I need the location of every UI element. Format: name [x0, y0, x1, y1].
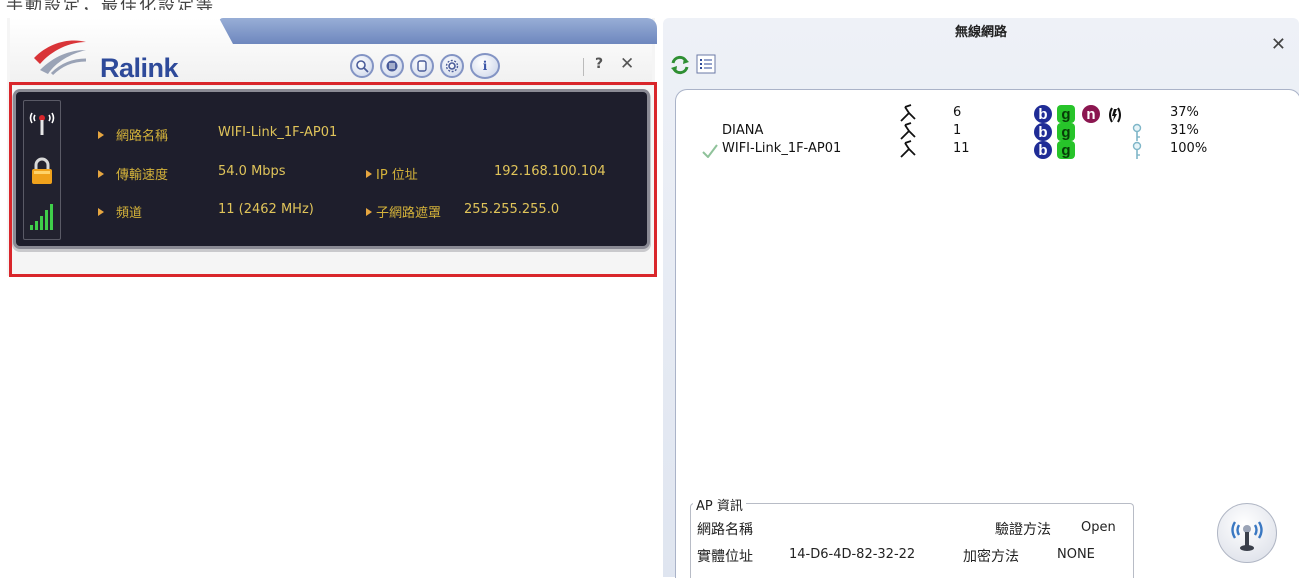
ap-ssid-label: 網路名稱: [697, 522, 753, 538]
search-button[interactable]: [350, 54, 374, 78]
arrow-icon: [98, 208, 104, 216]
top-cut-text-label: 手動設定，最佳化設定等: [6, 0, 215, 10]
arrow-icon: [366, 170, 372, 178]
arrow-icon: [98, 131, 104, 139]
arrow-icon: [98, 170, 104, 178]
mode-g-icon: g: [1057, 105, 1075, 123]
ap-info-legend: AP 資訊: [693, 495, 746, 514]
network-channel: 1: [953, 123, 962, 138]
ralink-logo-icon: [34, 40, 87, 76]
title-bar: Ralink i ? ✕: [10, 18, 657, 86]
mode-g-icon: g: [1057, 141, 1075, 159]
network-channel: 11: [953, 141, 970, 156]
mode-b-icon: b: [1034, 105, 1052, 123]
info-button[interactable]: i: [470, 53, 500, 79]
top-cut-text: 手動設定，最佳化設定等: [0, 0, 660, 10]
mac-label: 實體位址: [697, 549, 753, 565]
auth-value: Open: [1081, 520, 1116, 535]
arrow-icon: [366, 208, 372, 216]
close-button[interactable]: ✕: [620, 54, 634, 74]
network-ssid: WIFI-Link_1F-AP01: [722, 141, 842, 156]
list-button[interactable]: [380, 54, 404, 78]
network-signal: 37%: [1170, 105, 1199, 120]
mode-g-icon: g: [1057, 123, 1075, 141]
ip-value: 192.168.100.104: [494, 164, 606, 179]
ip-label: IP 位址: [376, 168, 418, 183]
encryption-label: 加密方法: [963, 549, 1019, 565]
subnet-mask-value: 255.255.255.0: [464, 202, 560, 217]
ap-info-group: AP 資訊 網路名稱 驗證方法 Open 實體位址 14-D6-4D-82-32…: [690, 495, 1134, 578]
info-icon: i: [482, 59, 488, 73]
network-signal: 31%: [1170, 123, 1199, 138]
network-list: 6 b g n 37% DIANA 1 b g 31% WIFI-Link_1F…: [675, 89, 1299, 578]
search-icon: [356, 60, 369, 73]
ssid-label: 網路名稱: [116, 129, 169, 144]
infrastructure-mode-icon: [900, 104, 916, 122]
network-row-connected[interactable]: WIFI-Link_1F-AP01 11 b g 100%: [676, 140, 1299, 163]
document-icon: [417, 60, 427, 72]
brand-name: Ralink: [100, 53, 179, 83]
mac-value: 14-D6-4D-82-32-22: [789, 547, 916, 562]
key-icon: [1132, 141, 1142, 159]
mode-b-icon: b: [1034, 141, 1052, 159]
refresh-icon[interactable]: [669, 54, 691, 76]
wireless-network-window: 無線網路 ✕ 6 b g n 37% DIANA 1 b g 31% WIFI-…: [663, 18, 1299, 578]
help-button[interactable]: ?: [595, 56, 603, 72]
wireless-antenna-icon: [1231, 521, 1263, 551]
status-icon-column: [23, 100, 61, 240]
subnet-mask-label: 子網路遮罩: [376, 206, 442, 221]
infrastructure-mode-icon: [900, 140, 916, 158]
signal-strength-icon: [30, 204, 53, 230]
lock-icon: [32, 157, 52, 184]
mode-n-icon: n: [1082, 105, 1100, 123]
mode-b-icon: b: [1034, 123, 1052, 141]
ssid-value: WIFI-Link_1F-AP01: [218, 125, 338, 140]
encryption-value: NONE: [1057, 547, 1095, 562]
toolbar-divider: [583, 58, 584, 76]
antenna-icon: [29, 112, 55, 135]
connection-status-panel: 網路名稱 WIFI-Link_1F-AP01 傳輸速度 54.0 Mbps IP…: [16, 92, 647, 246]
speed-row: 傳輸速度 54.0 Mbps IP 位址 192.168.100.104: [98, 164, 638, 184]
wps-icon: [1109, 107, 1121, 123]
ssid-row: 網路名稱 WIFI-Link_1F-AP01: [98, 125, 638, 145]
gear-icon: [445, 59, 459, 73]
channel-row: 頻道 11 (2462 MHz) 子網路遮罩 255.255.255.0: [98, 202, 638, 222]
network-ssid: DIANA: [722, 123, 764, 138]
title-tab: [219, 18, 657, 44]
wireless-connect-button[interactable]: [1217, 503, 1277, 563]
speed-value: 54.0 Mbps: [218, 164, 286, 179]
network-channel: 6: [953, 105, 962, 120]
list-icon: [386, 60, 398, 72]
settings-button[interactable]: [440, 54, 464, 78]
close-button[interactable]: ✕: [1271, 34, 1286, 55]
auth-label: 驗證方法: [995, 522, 1051, 538]
channel-value: 11 (2462 MHz): [218, 202, 314, 217]
infrastructure-mode-icon: [900, 122, 916, 140]
window-title: 無線網路: [954, 25, 1007, 40]
list-view-icon[interactable]: [696, 54, 716, 74]
speed-label: 傳輸速度: [116, 168, 169, 183]
document-button[interactable]: [410, 54, 434, 78]
connected-check-icon: [702, 144, 718, 158]
key-icon: [1132, 123, 1142, 141]
channel-label: 頻道: [116, 206, 143, 221]
network-signal: 100%: [1170, 141, 1208, 156]
